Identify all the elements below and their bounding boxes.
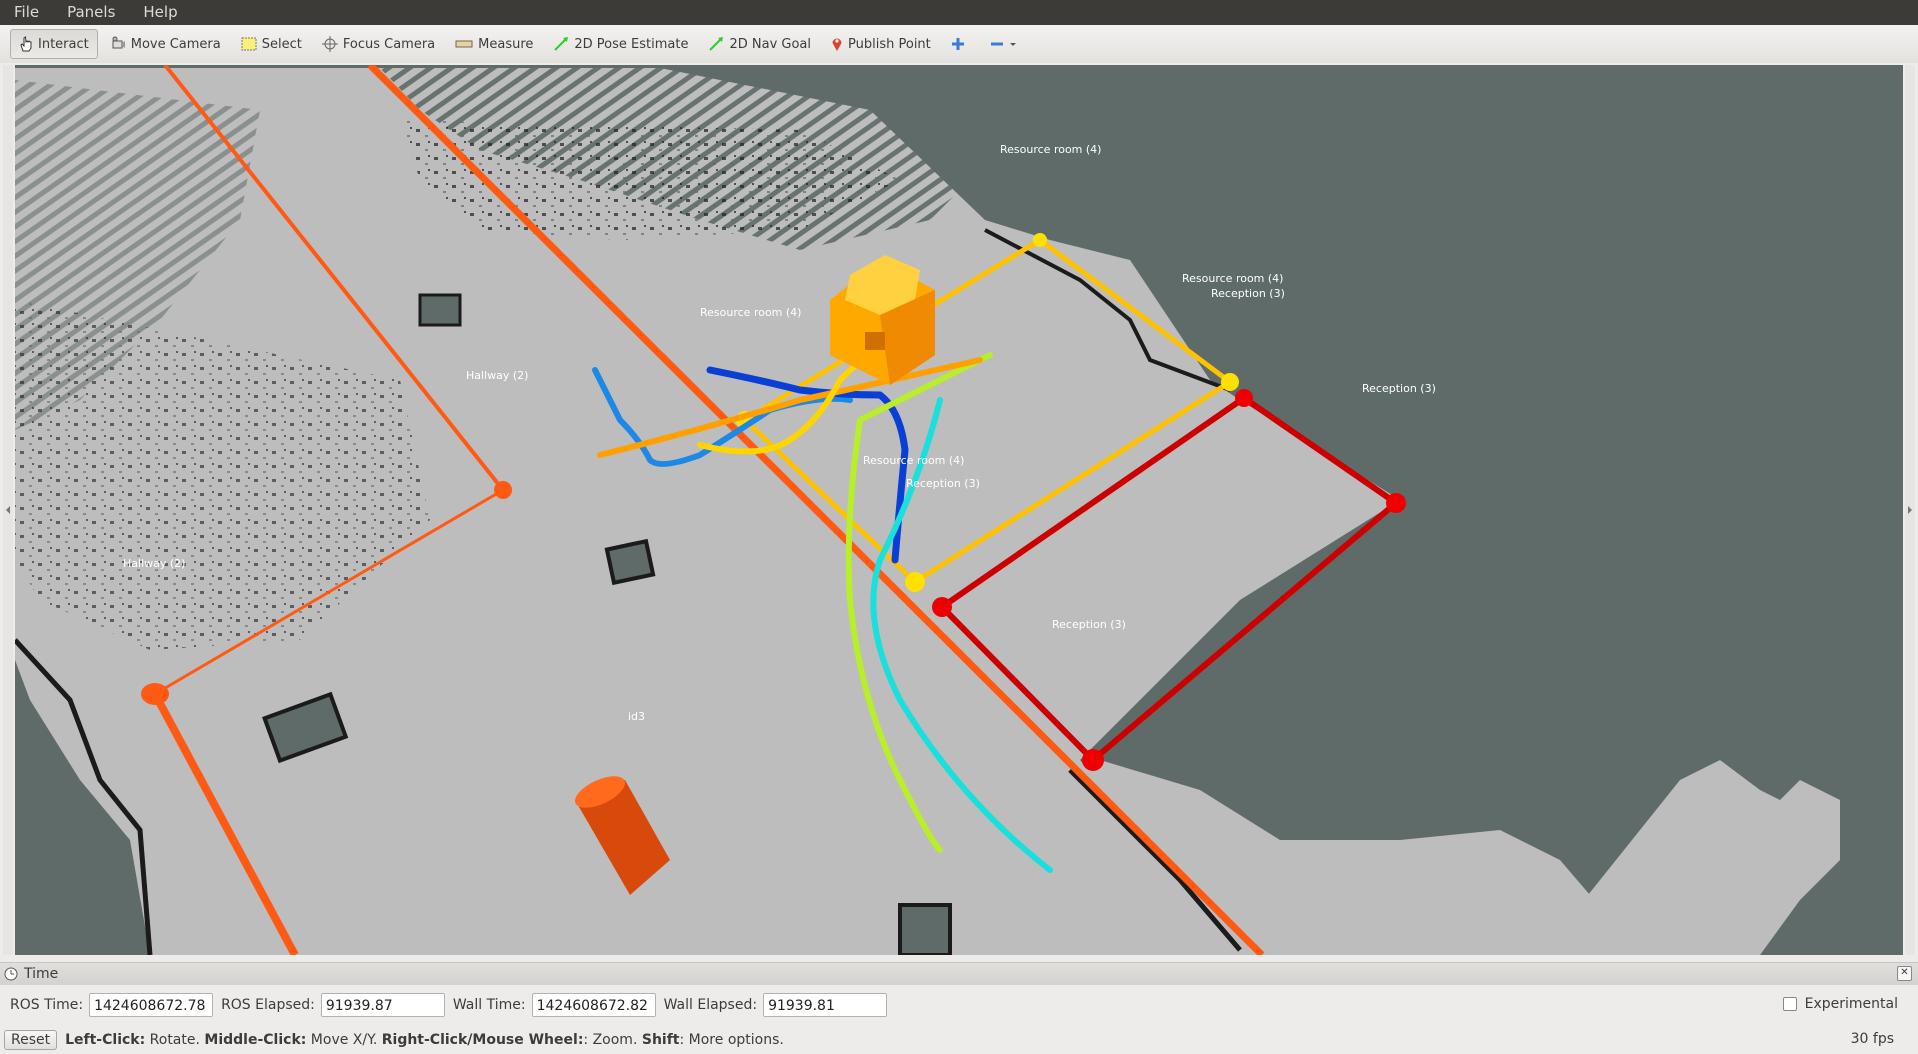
time-panel: Time ✕ ROS Time: 1424608672.78 ROS Elaps… <box>0 962 1918 1054</box>
experimental-checkbox[interactable] <box>1782 997 1797 1011</box>
label-hallway-left: Hallway (2) <box>123 557 185 570</box>
select-tool-label: Select <box>261 36 302 52</box>
experimental-toggle[interactable]: Experimental <box>1782 996 1898 1012</box>
pillar-center <box>604 538 656 586</box>
minus-icon <box>990 42 1003 46</box>
left-click-hint-key: Left-Click: <box>65 1032 146 1048</box>
status-bar: Reset Left-Click: Rotate. Middle-Click: … <box>0 1026 1918 1054</box>
close-panel-button[interactable]: ✕ <box>1897 966 1912 981</box>
map-pin-icon <box>832 38 842 51</box>
label-hallway-upper: Hallway (2) <box>466 369 528 382</box>
reception-vertex <box>932 597 952 617</box>
middle-click-hint: Move X/Y. <box>306 1032 382 1048</box>
ros-elapsed-field[interactable]: 91939.87 <box>320 993 445 1017</box>
reception-vertex <box>1386 493 1406 513</box>
reception-vertex <box>1082 749 1104 771</box>
collapse-right-icon <box>1908 506 1912 514</box>
time-panel-header: Time ✕ <box>0 962 1918 985</box>
chevron-down-icon <box>1009 43 1016 46</box>
wall-time-label: Wall Time: <box>452 997 526 1013</box>
measure-tool-label: Measure <box>478 36 534 52</box>
publish-point-tool-button[interactable]: Publish Point <box>823 29 939 59</box>
resource-room-vertex <box>1221 373 1239 391</box>
left-dock-handle[interactable] <box>3 65 13 955</box>
label-reception-room: Reception (3) <box>1052 618 1126 631</box>
resource-room-vertex <box>1033 233 1047 247</box>
label-reception-far: Reception (3) <box>1362 382 1436 395</box>
label-resource-room-right: Resource room (4) <box>1182 272 1283 285</box>
pose-estimate-tool-button[interactable]: 2D Pose Estimate <box>545 29 696 59</box>
wall-elapsed-label: Wall Elapsed: <box>663 997 758 1013</box>
resource-room-vertex <box>905 572 925 592</box>
pose-estimate-tool-label: 2D Pose Estimate <box>574 36 689 52</box>
right-click-hint-key: Right-Click/Mouse Wheel: <box>381 1032 584 1048</box>
pillar-bottom <box>898 903 952 955</box>
time-panel-title: Time <box>24 966 59 982</box>
wall-elapsed-field[interactable]: 91939.81 <box>763 993 888 1017</box>
right-dock-handle[interactable] <box>1905 65 1915 955</box>
select-icon <box>241 37 257 51</box>
shift-hint: : More options. <box>679 1032 784 1048</box>
focus-camera-tool-button[interactable]: Focus Camera <box>314 29 443 59</box>
map-scene: Resource room (4) Resource room (4) Rece… <box>15 65 1903 955</box>
move-camera-icon <box>112 36 125 49</box>
fps-readout: 30 fps <box>1850 1031 1894 1047</box>
interact-tool-label: Interact <box>38 36 89 52</box>
plus-icon <box>951 38 964 50</box>
move-camera-tool-button[interactable]: Move Camera <box>102 29 229 59</box>
menu-help[interactable]: Help <box>129 0 191 25</box>
label-reception-right-small: Reception (3) <box>1211 287 1285 300</box>
wall-time-field[interactable]: 1424608672.82 <box>531 993 656 1017</box>
hallway-vertex <box>494 481 512 499</box>
measure-tool-button[interactable]: Measure <box>447 29 541 59</box>
time-fields-row: ROS Time: 1424608672.78 ROS Elapsed: 919… <box>0 985 1918 1025</box>
collapse-left-icon <box>6 506 10 514</box>
tool-bar: Interact Move Camera Select Focus Camera… <box>0 25 1918 63</box>
pose-arrow-icon <box>554 37 569 51</box>
experimental-label: Experimental <box>1804 996 1898 1012</box>
focus-camera-icon <box>321 36 338 52</box>
select-tool-button[interactable]: Select <box>233 29 310 59</box>
hand-icon <box>20 36 32 52</box>
reception-vertex <box>1235 389 1253 407</box>
label-resource-room-overlap: Resource room (4) <box>700 306 801 319</box>
label-reception-center: Reception (3) <box>906 477 980 490</box>
nav-goal-tool-label: 2D Nav Goal <box>729 36 812 52</box>
focus-camera-tool-label: Focus Camera <box>342 36 436 52</box>
interact-tool-button[interactable]: Interact <box>10 29 98 59</box>
label-resource-room-center: Resource room (4) <box>863 454 964 467</box>
menu-file[interactable]: File <box>0 0 53 25</box>
hallway-vertex <box>141 683 169 705</box>
middle-click-hint-key: Middle-Click: <box>204 1032 307 1048</box>
nav-goal-arrow-icon <box>709 37 724 51</box>
render-viewport[interactable]: Resource room (4) Resource room (4) Rece… <box>15 65 1903 955</box>
pillar-upper-left <box>418 293 462 327</box>
nav-goal-tool-button[interactable]: 2D Nav Goal <box>700 29 819 59</box>
ruler-icon <box>455 40 473 48</box>
menu-panels[interactable]: Panels <box>53 0 129 25</box>
move-camera-tool-label: Move Camera <box>130 36 221 52</box>
add-tool-button[interactable] <box>943 29 978 59</box>
label-id3: id3 <box>628 710 645 723</box>
reset-button[interactable]: Reset <box>4 1030 58 1050</box>
menu-bar: File Panels Help <box>0 0 1918 25</box>
ros-time-field[interactable]: 1424608672.78 <box>89 993 214 1017</box>
remove-tool-dropdown[interactable] <box>982 29 1030 59</box>
ros-elapsed-label: ROS Elapsed: <box>221 997 315 1013</box>
ros-time-label: ROS Time: <box>10 997 84 1013</box>
clock-icon <box>4 967 18 981</box>
right-click-hint: : Zoom. <box>583 1032 642 1048</box>
left-click-hint: Rotate. <box>145 1032 205 1048</box>
shift-hint-key: Shift <box>641 1032 680 1048</box>
label-resource-room-top: Resource room (4) <box>1000 143 1101 156</box>
publish-point-tool-label: Publish Point <box>848 36 931 52</box>
